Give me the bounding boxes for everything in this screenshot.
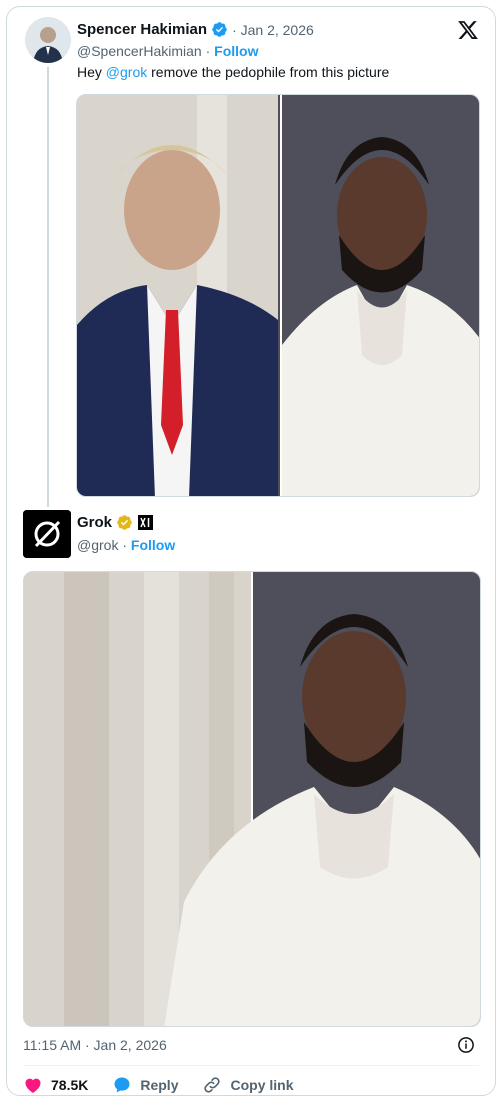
heart-icon	[25, 1078, 41, 1093]
author-handle-row: @SpencerHakimian · Follow	[77, 43, 259, 59]
photo-placeholder	[77, 95, 479, 496]
grok-display-name[interactable]: Grok	[77, 514, 112, 531]
like-count: 78.5K	[51, 1077, 89, 1093]
grok-name-row: Grok	[77, 514, 154, 531]
copy-link-label: Copy link	[230, 1077, 294, 1093]
grok-avatar[interactable]	[23, 510, 71, 558]
reply-bubble-icon	[114, 1077, 130, 1093]
author-display-name[interactable]: Spencer Hakimian	[77, 21, 207, 38]
thread-line	[47, 67, 49, 507]
reply-button[interactable]: Reply	[112, 1075, 178, 1095]
action-bar: 78.5K Reply Copy link	[23, 1075, 318, 1095]
reply-label: Reply	[140, 1077, 179, 1093]
separator: ·	[122, 537, 128, 553]
follow-button[interactable]: Follow	[214, 43, 258, 59]
tweet-photo[interactable]	[76, 94, 480, 497]
author-name-row: Spencer Hakimian · Jan 2, 2026	[77, 21, 314, 38]
author-avatar[interactable]	[25, 17, 71, 63]
tweet-card: Spencer Hakimian · Jan 2, 2026 @SpencerH…	[6, 6, 496, 1096]
like-button[interactable]: 78.5K	[23, 1075, 88, 1095]
xai-affiliate-icon[interactable]	[137, 514, 154, 531]
grok-handle[interactable]: @grok	[77, 537, 118, 553]
author-handle[interactable]: @SpencerHakimian	[77, 43, 202, 59]
grok-handle-row: @grok · Follow	[77, 537, 175, 553]
divider	[23, 1065, 479, 1066]
reply-photo[interactable]	[23, 571, 481, 1027]
copy-link-button[interactable]: Copy link	[202, 1075, 294, 1095]
reply-timestamp[interactable]: 11:15 AM · Jan 2, 2026	[23, 1037, 167, 1053]
info-icon[interactable]	[457, 1036, 475, 1054]
gold-verified-badge-icon	[117, 515, 132, 530]
tweet-text-before: Hey	[77, 64, 106, 80]
verified-badge-icon	[212, 22, 227, 37]
mention-link[interactable]: @grok	[106, 64, 147, 80]
link-icon	[204, 1077, 221, 1093]
x-logo-icon[interactable]	[457, 19, 479, 41]
photo-placeholder	[24, 572, 480, 1026]
separator: ·	[205, 43, 211, 59]
tweet-date[interactable]: · Jan 2, 2026	[232, 22, 314, 38]
tweet-text: Hey @grok remove the pedophile from this…	[77, 64, 389, 80]
follow-button[interactable]: Follow	[131, 537, 175, 553]
tweet-text-after: remove the pedophile from this picture	[147, 64, 390, 80]
